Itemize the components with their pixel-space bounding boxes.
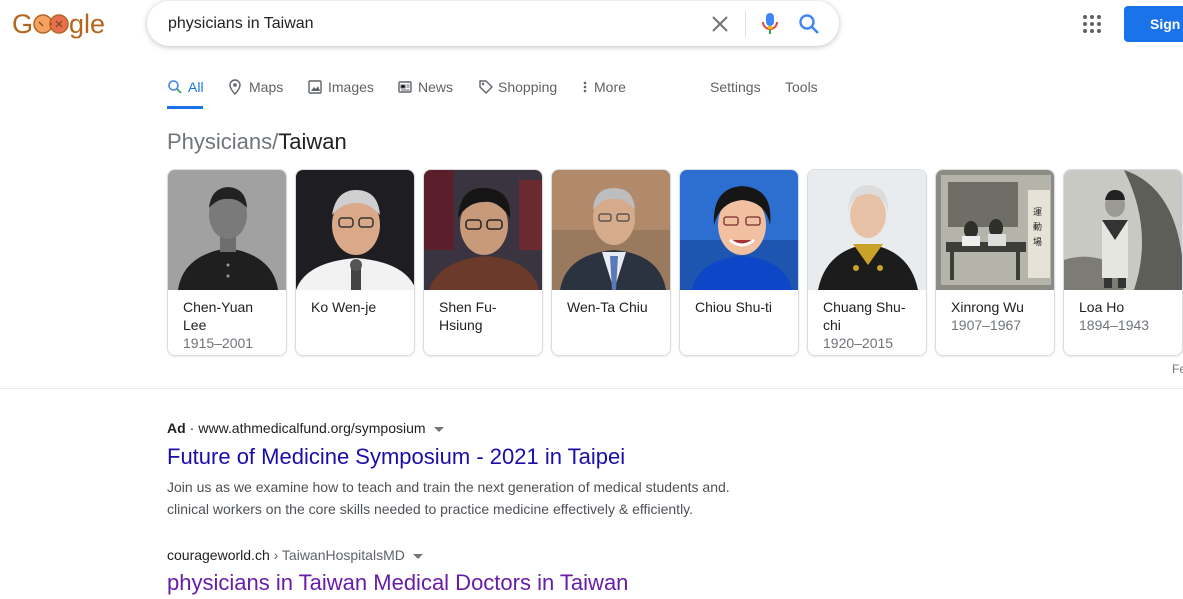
search-divider bbox=[745, 11, 746, 37]
result-url-line: courageworld.ch › TaiwanHospitalsMD bbox=[167, 547, 423, 563]
search-input[interactable] bbox=[168, 13, 688, 35]
person-name: Shen Fu-Hsiung bbox=[439, 298, 535, 334]
person-photo bbox=[424, 170, 542, 290]
person-photo bbox=[552, 170, 670, 290]
search-box bbox=[147, 1, 839, 46]
feedback-link[interactable]: Fe bbox=[1172, 362, 1183, 376]
person-card[interactable]: Chuang Shu-chi 1920–2015 bbox=[807, 169, 927, 356]
heading-category[interactable]: Physicians bbox=[167, 129, 272, 154]
result-title-link[interactable]: physicians in Taiwan Medical Doctors in … bbox=[167, 570, 628, 596]
ad-description-line: Join us as we examine how to teach and t… bbox=[167, 479, 730, 495]
tab-label: Shopping bbox=[498, 79, 558, 95]
search-icon bbox=[168, 80, 182, 94]
heading-location: Taiwan bbox=[278, 129, 347, 154]
ad-description: Join us as we examine how to teach and t… bbox=[167, 476, 747, 520]
search-button[interactable] bbox=[797, 12, 821, 36]
svg-text:G: G bbox=[12, 9, 33, 39]
person-name-text: Chen-Yuan Lee bbox=[183, 299, 254, 333]
chevron-down-icon[interactable] bbox=[412, 553, 423, 559]
svg-text:動: 動 bbox=[1033, 222, 1042, 233]
svg-text:gle: gle bbox=[69, 9, 104, 39]
person-card[interactable]: Shen Fu-Hsiung bbox=[423, 169, 543, 356]
person-name: Wen-Ta Chiu bbox=[567, 298, 663, 316]
carousel-heading: Physicians/Taiwan bbox=[167, 129, 347, 155]
more-vert-icon bbox=[583, 81, 587, 93]
chevron-down-icon[interactable] bbox=[433, 426, 444, 432]
ad-label: Ad bbox=[167, 420, 186, 436]
person-photo bbox=[1064, 170, 1182, 290]
person-name-text: Chiou Shu-ti bbox=[695, 299, 773, 315]
clear-search-button[interactable] bbox=[709, 13, 731, 35]
person-name: Xinrong Wu 1907–1967 bbox=[951, 298, 1047, 334]
tab-label: Tools bbox=[785, 79, 818, 95]
tab-label: Settings bbox=[710, 79, 761, 95]
person-name: Chiou Shu-ti bbox=[695, 298, 791, 316]
result-site[interactable]: courageworld.ch bbox=[167, 547, 270, 563]
section-divider bbox=[0, 388, 1183, 389]
voice-search-button[interactable] bbox=[759, 11, 781, 37]
image-icon bbox=[308, 80, 322, 94]
ad-description-line: clinical workers on the core skills need… bbox=[167, 501, 694, 517]
ad-title-link[interactable]: Future of Medicine Symposium - 2021 in T… bbox=[167, 444, 625, 470]
svg-text:運: 運 bbox=[1033, 207, 1042, 218]
tab-label: All bbox=[188, 79, 204, 95]
person-name-text: Xinrong Wu bbox=[951, 299, 1024, 315]
tab-label: News bbox=[418, 79, 454, 95]
person-name-text: Loa Ho bbox=[1079, 299, 1125, 315]
person-card[interactable]: Chen-Yuan Lee 1915–2001 bbox=[167, 169, 287, 356]
person-card[interactable]: Chiou Shu-ti bbox=[679, 169, 799, 356]
person-name: Ko Wen-je bbox=[311, 298, 407, 316]
person-name: Loa Ho 1894–1943 bbox=[1079, 298, 1175, 334]
person-photo: 運 動 場 bbox=[936, 170, 1054, 290]
person-years: 1915–2001 bbox=[183, 335, 254, 351]
person-card[interactable]: Ko Wen-je bbox=[295, 169, 415, 356]
sign-in-button[interactable]: Sign bbox=[1124, 6, 1183, 42]
ad-separator: · bbox=[189, 420, 195, 436]
person-years: 1907–1967 bbox=[951, 317, 1022, 333]
tab-label: More bbox=[594, 79, 626, 95]
google-apps-button[interactable] bbox=[1082, 14, 1102, 34]
result-breadcrumb: › TaiwanHospitalsMD bbox=[269, 547, 405, 563]
tab-label: Maps bbox=[249, 79, 284, 95]
microphone-icon bbox=[762, 13, 778, 34]
newspaper-icon bbox=[398, 81, 412, 93]
tab-all[interactable]: All bbox=[167, 77, 205, 109]
svg-text:場: 場 bbox=[1033, 236, 1042, 248]
person-name: Chuang Shu-chi 1920–2015 bbox=[823, 298, 919, 352]
tab-label: Images bbox=[328, 79, 374, 95]
person-photo bbox=[296, 170, 414, 290]
person-card[interactable]: Loa Ho 1894–1943 bbox=[1063, 169, 1183, 356]
person-photo bbox=[680, 170, 798, 290]
ad-url-line: Ad · www.athmedicalfund.org/symposium bbox=[167, 420, 444, 436]
person-years: 1894–1943 bbox=[1079, 317, 1150, 333]
person-name-text: Wen-Ta Chiu bbox=[567, 299, 648, 315]
person-name-text: Chuang Shu-chi bbox=[823, 299, 906, 333]
google-logo[interactable]: G gle bbox=[12, 7, 105, 41]
person-name-text: Ko Wen-je bbox=[311, 299, 377, 315]
map-pin-icon bbox=[229, 79, 241, 95]
person-years: 1920–2015 bbox=[823, 335, 894, 351]
apps-grid-icon bbox=[1083, 15, 1101, 33]
person-photo bbox=[168, 170, 286, 290]
close-icon bbox=[712, 16, 728, 32]
person-name-text: Shen Fu-Hsiung bbox=[439, 299, 497, 333]
search-icon bbox=[799, 14, 819, 34]
person-photo bbox=[808, 170, 926, 290]
tag-icon bbox=[479, 80, 493, 94]
person-card[interactable]: Wen-Ta Chiu bbox=[551, 169, 671, 356]
ad-url[interactable]: www.athmedicalfund.org/symposium bbox=[198, 420, 425, 436]
person-card[interactable]: 運 動 場 Xinrong Wu 1907–1967 bbox=[935, 169, 1055, 356]
person-name: Chen-Yuan Lee 1915–2001 bbox=[183, 298, 279, 352]
